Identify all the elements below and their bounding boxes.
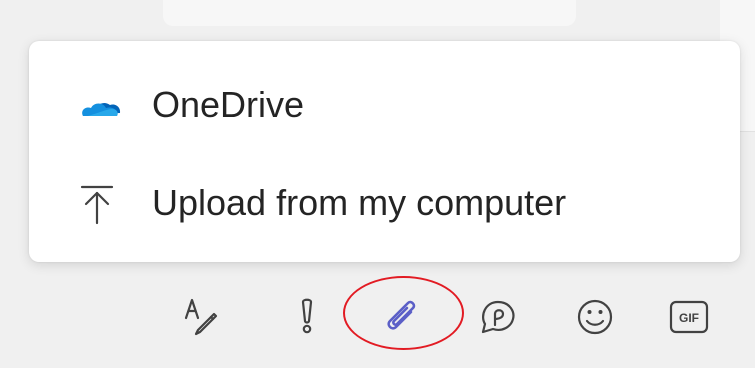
menu-item-onedrive[interactable]: OneDrive bbox=[29, 63, 740, 149]
menu-item-upload-label: Upload from my computer bbox=[152, 182, 567, 223]
loop-icon bbox=[481, 300, 515, 334]
attach-menu: OneDrive Upload from my computer bbox=[29, 41, 740, 262]
format-pen-icon bbox=[184, 298, 218, 336]
paperclip-icon bbox=[387, 300, 416, 330]
gif-icon: GIF bbox=[669, 300, 709, 334]
gif-label: GIF bbox=[679, 311, 699, 325]
emoji-button[interactable] bbox=[570, 292, 620, 342]
smiley-icon bbox=[577, 299, 613, 335]
upload-arrow-icon bbox=[74, 179, 124, 229]
menu-item-upload[interactable]: Upload from my computer bbox=[29, 161, 740, 247]
important-button[interactable] bbox=[282, 292, 332, 342]
menu-item-onedrive-label: OneDrive bbox=[152, 84, 305, 125]
attach-file-button[interactable] bbox=[377, 292, 427, 342]
loop-button[interactable] bbox=[473, 292, 523, 342]
format-button[interactable] bbox=[180, 292, 230, 342]
message-card bbox=[163, 0, 576, 26]
gif-button[interactable]: GIF bbox=[664, 292, 714, 342]
exclamation-icon bbox=[301, 298, 313, 334]
onedrive-cloud-icon bbox=[74, 81, 124, 131]
